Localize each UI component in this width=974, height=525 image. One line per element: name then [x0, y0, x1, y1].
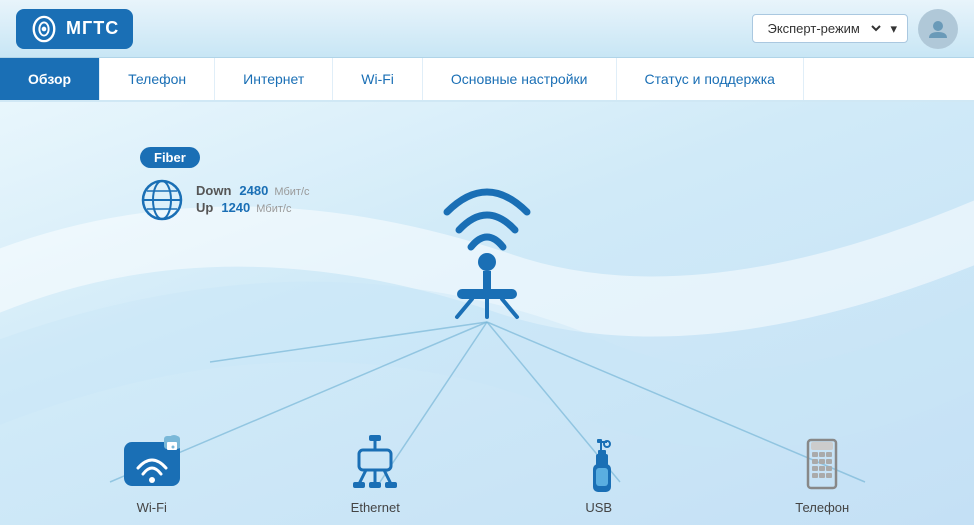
- down-speed-row: Down 2480 Мбит/с: [196, 183, 310, 198]
- user-button[interactable]: [918, 9, 958, 49]
- fiber-badge: Fiber: [140, 147, 200, 168]
- ethernet-device-label: Ethernet: [351, 500, 400, 515]
- ethernet-device-icon: [339, 434, 411, 494]
- down-unit: Мбит/с: [274, 186, 309, 198]
- wifi-device-icon: [116, 434, 188, 494]
- chevron-down-icon: ▾: [890, 21, 897, 37]
- speed-info: Down 2480 Мбит/с Up 1240 Мбит/с: [196, 183, 310, 217]
- nav-item-support[interactable]: Статус и поддержка: [617, 58, 804, 100]
- usb-device[interactable]: USB: [563, 434, 635, 515]
- main-content: Fiber Down 2480 Мбит/с Up 1240 Мбит/с: [0, 102, 974, 525]
- up-unit: Мбит/с: [256, 203, 291, 215]
- device-icons-row: Wi-Fi Ethernet: [0, 434, 974, 515]
- phone-device[interactable]: Телефон: [786, 434, 858, 515]
- wifi-device[interactable]: Wi-Fi: [116, 434, 188, 515]
- ethernet-device[interactable]: Ethernet: [339, 434, 411, 515]
- up-value: 1240: [221, 200, 250, 215]
- phone-device-icon: [786, 434, 858, 494]
- down-label: Down: [196, 183, 231, 198]
- router-icon[interactable]: [427, 162, 547, 322]
- nav-item-wifi[interactable]: Wi-Fi: [333, 58, 423, 100]
- nav-item-settings[interactable]: Основные настройки: [423, 58, 617, 100]
- expert-mode-dropdown[interactable]: Эксперт-режим Обычный режим: [763, 20, 884, 37]
- nav-bar: Обзор Телефон Интернет Wi-Fi Основные на…: [0, 58, 974, 102]
- up-label: Up: [196, 200, 213, 215]
- user-icon: [927, 18, 949, 40]
- expert-mode-selector[interactable]: Эксперт-режим Обычный режим ▾: [752, 14, 908, 43]
- globe-icon: [140, 178, 184, 222]
- wifi-device-label: Wi-Fi: [137, 500, 167, 515]
- header: МГТС Эксперт-режим Обычный режим ▾: [0, 0, 974, 58]
- down-value: 2480: [239, 183, 268, 198]
- usb-device-label: USB: [585, 500, 612, 515]
- fiber-info-box: Fiber Down 2480 Мбит/с Up 1240 Мбит/с: [140, 147, 310, 222]
- fiber-details: Down 2480 Мбит/с Up 1240 Мбит/с: [140, 178, 310, 222]
- logo-icon: [30, 15, 58, 43]
- nav-item-overview[interactable]: Обзор: [0, 58, 100, 100]
- router-svg: [427, 162, 547, 322]
- phone-device-label: Телефон: [795, 500, 849, 515]
- header-controls: Эксперт-режим Обычный режим ▾: [752, 9, 958, 49]
- up-speed-row: Up 1240 Мбит/с: [196, 200, 310, 215]
- logo: МГТС: [16, 9, 133, 49]
- usb-device-icon: [563, 434, 635, 494]
- nav-item-internet[interactable]: Интернет: [215, 58, 333, 100]
- nav-item-phone[interactable]: Телефон: [100, 58, 215, 100]
- logo-text: МГТС: [66, 18, 119, 39]
